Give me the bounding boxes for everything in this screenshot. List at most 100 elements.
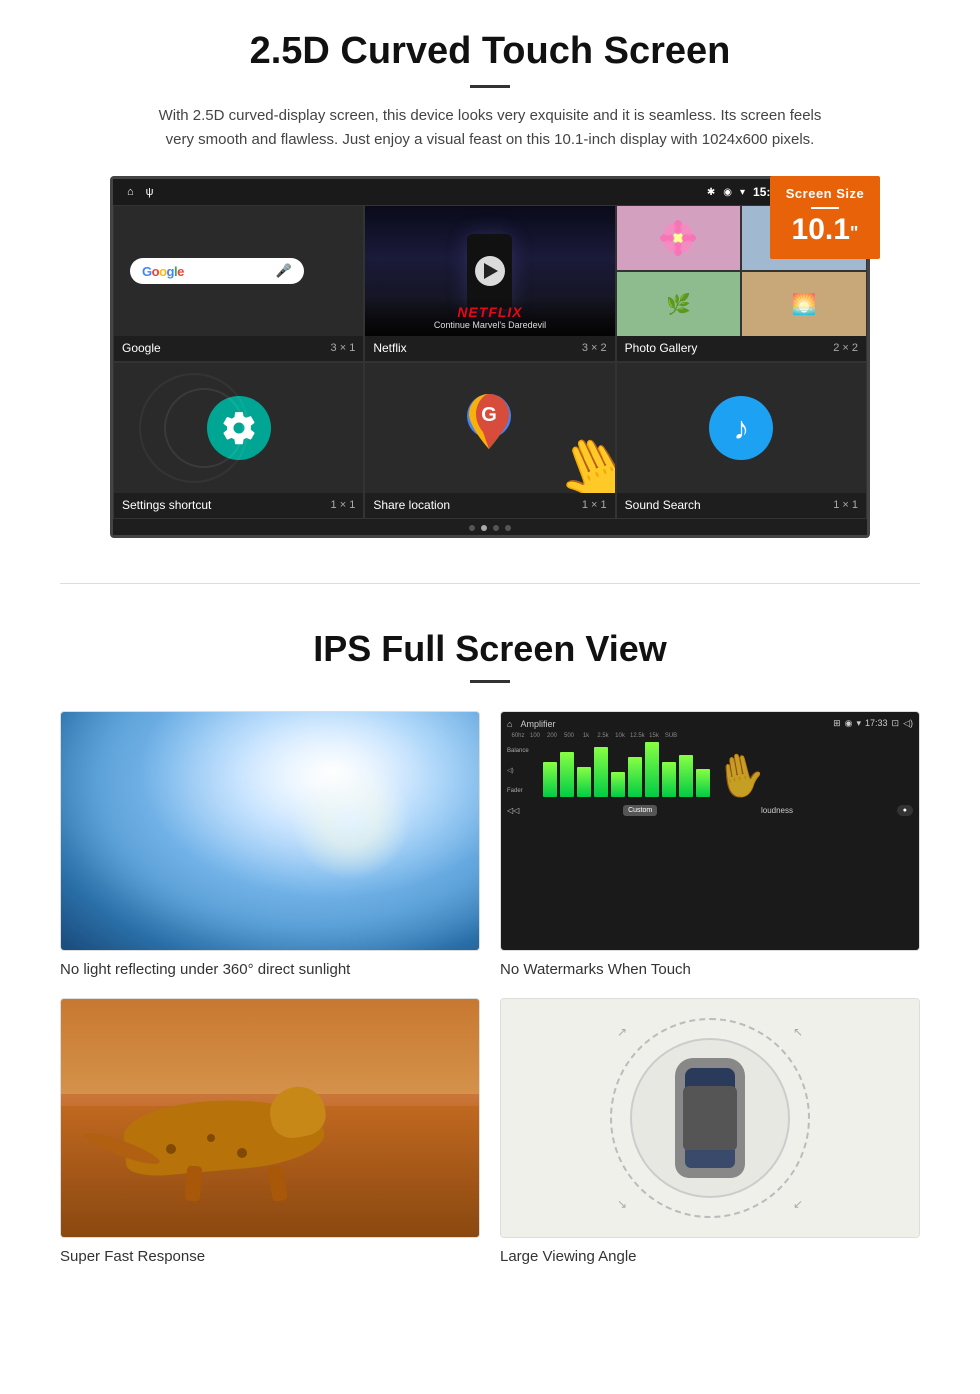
home-icon: ⌂: [127, 186, 134, 198]
dot-3: [493, 525, 499, 531]
usb-icon: ψ: [146, 186, 154, 198]
google-label: Google: [122, 341, 161, 355]
section2-title: IPS Full Screen View: [60, 628, 920, 670]
maps-size: 1 × 1: [582, 499, 607, 511]
app-cell-sound[interactable]: ♪ Sound Search 1 × 1: [616, 362, 867, 519]
amp-bar-2: [560, 752, 574, 797]
touch-hand-icon: 🤚: [711, 751, 770, 801]
settings-label: Settings shortcut: [122, 498, 211, 512]
amp-bar-5: [611, 772, 625, 797]
sunlight-label: No light reflecting under 360° direct su…: [60, 961, 480, 978]
feature-car: ↗ ↖ ↘ ↙ Large Viewing Angle: [500, 998, 920, 1265]
car-image: ↗ ↖ ↘ ↙: [500, 998, 920, 1238]
amp-cam: ⊡: [892, 718, 900, 729]
sunlight-visual: [61, 712, 479, 950]
gallery-photo-3: 🌿: [617, 272, 741, 336]
cheetah-image: [60, 998, 480, 1238]
amp-bar-9: [679, 755, 693, 797]
mic-icon: 🎤: [276, 263, 292, 279]
google-logo: Google: [142, 264, 184, 279]
cheetah-label: Super Fast Response: [60, 1248, 480, 1265]
settings-cell-content: [114, 363, 363, 493]
amp-bar-3: [577, 767, 591, 797]
amplifier-image: ⌂ Amplifier ⊞ ◉ ▾ 17:33 ⊡ ◁) 60hz: [500, 711, 920, 951]
netflix-label: Netflix: [373, 341, 406, 355]
app-cell-maps[interactable]: G 🤚 Share location 1 × 1: [364, 362, 615, 519]
amp-bar-6: [628, 757, 642, 797]
amplifier-visual: ⌂ Amplifier ⊞ ◉ ▾ 17:33 ⊡ ◁) 60hz: [501, 712, 919, 950]
section-divider: [60, 583, 920, 584]
flower-icon: [660, 220, 696, 256]
sound-size: 1 × 1: [833, 499, 858, 511]
amplifier-label: No Watermarks When Touch: [500, 961, 920, 978]
maps-label-row: Share location 1 × 1: [365, 493, 614, 518]
amp-custom: Custom: [623, 805, 657, 816]
dot-2: [481, 525, 487, 531]
app-cell-google[interactable]: Google 🎤 Google 3 × 1: [113, 205, 364, 362]
app-cell-settings[interactable]: Settings shortcut 1 × 1: [113, 362, 364, 519]
netflix-overlay: NETFLIX Continue Marvel's Daredevil: [365, 298, 614, 336]
amp-bar-8: [662, 762, 676, 797]
sunlight-image: [60, 711, 480, 951]
google-cell-content: Google 🎤: [114, 206, 363, 336]
status-bar-left: ⌂ ψ: [127, 186, 154, 198]
section1-description: With 2.5D curved-display screen, this de…: [150, 104, 830, 152]
amp-header: ⌂ Amplifier ⊞ ◉ ▾ 17:33 ⊡ ◁): [507, 718, 913, 729]
car-body: [675, 1058, 745, 1178]
netflix-subtitle: Continue Marvel's Daredevil: [373, 320, 606, 330]
maps-g-icon: G: [462, 389, 517, 454]
music-note-icon: ♪: [733, 410, 749, 447]
title-underline: [470, 85, 510, 88]
status-bar: ⌂ ψ ✱ ◉ ▾ 15:06 ⊡ ◁) ⊠ ▭: [113, 179, 867, 205]
netflix-logo: NETFLIX: [373, 304, 606, 320]
amp-bars: [539, 741, 714, 801]
google-label-row: Google 3 × 1: [114, 336, 363, 361]
settings-size: 1 × 1: [331, 499, 356, 511]
cheetah-visual: [61, 999, 479, 1237]
amp-bar-4: [594, 747, 608, 797]
play-triangle-icon: [484, 263, 498, 279]
car-visual: ↗ ↖ ↘ ↙: [501, 999, 919, 1237]
dot-4: [505, 525, 511, 531]
car-label: Large Viewing Angle: [500, 1248, 920, 1265]
amp-bar-1: [543, 762, 557, 797]
location-icon: ◉: [723, 187, 732, 198]
netflix-label-row: Netflix 3 × 2: [365, 336, 614, 361]
gallery-label-row: Photo Gallery 2 × 2: [617, 336, 866, 361]
dot-1: [469, 525, 475, 531]
amp-icon2: ◉: [845, 718, 853, 729]
badge-size: 10.1": [778, 215, 872, 245]
sound-cell-content: ♪: [617, 363, 866, 493]
netflix-play-button[interactable]: [475, 256, 505, 286]
maps-cell-content: G 🤚: [365, 363, 614, 493]
screen-mockup-wrapper: Screen Size 10.1" ⌂ ψ ✱ ◉ ▾ 15:06 ⊡ ◁): [110, 176, 870, 538]
sound-label-row: Sound Search 1 × 1: [617, 493, 866, 518]
amp-bar-7: [645, 742, 659, 797]
netflix-cell-content: NETFLIX Continue Marvel's Daredevil: [365, 206, 614, 336]
amp-toggle: ●: [897, 805, 913, 816]
svg-text:G: G: [482, 404, 498, 426]
amp-loudness-label: loudness: [761, 806, 793, 815]
gallery-size: 2 × 2: [833, 342, 858, 354]
section-curved-screen: 2.5D Curved Touch Screen With 2.5D curve…: [0, 0, 980, 563]
app-grid: Google 🎤 Google 3 × 1: [113, 205, 867, 519]
amp-bar-10: [696, 769, 710, 797]
settings-bg: [114, 363, 363, 493]
google-search-bar[interactable]: Google 🎤: [130, 258, 304, 284]
car-outer-circle: ↗ ↖ ↘ ↙: [610, 1018, 810, 1218]
feature-cheetah: Super Fast Response: [60, 998, 480, 1265]
maps-bg: G 🤚: [365, 363, 614, 493]
music-bg: ♪: [617, 363, 866, 493]
amp-vol: ◁): [903, 718, 913, 729]
google-size: 3 × 1: [331, 342, 356, 354]
badge-underline: [811, 207, 839, 209]
google-bg: Google 🎤: [114, 206, 363, 336]
app-cell-netflix[interactable]: NETFLIX Continue Marvel's Daredevil Netf…: [364, 205, 615, 362]
amp-title: Amplifier: [520, 719, 555, 729]
amp-home-icon: ⌂: [507, 719, 512, 729]
feature-grid: No light reflecting under 360° direct su…: [60, 711, 920, 1265]
maps-label: Share location: [373, 498, 450, 512]
gallery-photo-1: [617, 206, 741, 270]
netflix-bg: NETFLIX Continue Marvel's Daredevil: [365, 206, 614, 336]
section1-title: 2.5D Curved Touch Screen: [60, 30, 920, 73]
